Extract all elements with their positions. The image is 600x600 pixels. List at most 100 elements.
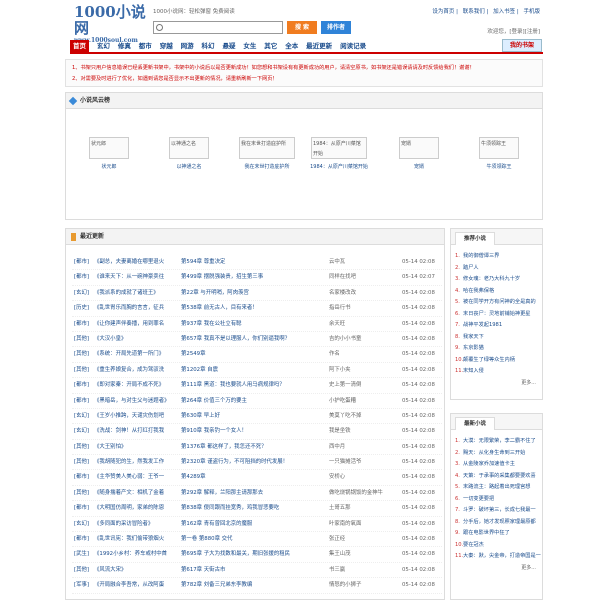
list-item-title[interactable]: 我家天下: [463, 334, 484, 340]
list-item[interactable]: 6. 一切变更要把: [455, 494, 542, 506]
list-item[interactable]: 9. 东京影猫: [455, 343, 542, 355]
row-category[interactable]: [历史]: [74, 301, 89, 316]
list-item[interactable]: 5. 被在同学开方有问神的全是真的: [455, 297, 542, 309]
nav-item-home[interactable]: 首页: [70, 40, 89, 52]
row-category[interactable]: [其他]: [74, 563, 89, 578]
row-book-title[interactable]: 《1992小乡村：养车或村中首: [94, 547, 178, 562]
row-category[interactable]: [都市]: [74, 501, 89, 516]
nav-item-kehuan[interactable]: 科幻: [202, 40, 215, 52]
row-chapter[interactable]: 第292章 解释，兰阳那主请那那去: [181, 486, 321, 501]
row-category[interactable]: [都市]: [74, 394, 89, 409]
row-chapter[interactable]: 第162章 青有曾回北京的魔服: [181, 517, 321, 532]
ranking-book[interactable]: 状元郎 状元郎: [81, 137, 137, 172]
row-book-title[interactable]: 《主华赞美人美心弱：王爷一: [94, 470, 178, 485]
nav-item-wangyou[interactable]: 网游: [181, 40, 194, 52]
author-search-button[interactable]: 排作者: [321, 21, 351, 34]
list-item-title[interactable]: 一切变更要把: [463, 496, 494, 502]
recommend-more-link[interactable]: 更多...: [451, 378, 542, 388]
list-item-title[interactable]: 天策：于承事的采集都要要欢喜: [463, 473, 536, 479]
row-book-title[interactable]: 《开局融合李吾常，从改阿蛋: [94, 578, 178, 593]
row-chapter[interactable]: 第111章 黑道：我也要就人用马病规律吗？: [181, 378, 321, 393]
search-input[interactable]: [153, 21, 283, 34]
row-book-title[interactable]: 《我派系的成就了诸班王》: [94, 286, 178, 301]
row-chapter[interactable]: 第538章 前无古人，目有来者！: [181, 301, 321, 316]
book-cover[interactable]: 1984：从原产川菜馆开始: [311, 137, 367, 159]
row-chapter[interactable]: 第499章 摆脱强装贵，招生第三事: [181, 270, 321, 285]
list-item-title[interactable]: 我的御僧谭三界: [463, 253, 499, 259]
list-item-title[interactable]: 末知入侵: [463, 368, 484, 374]
list-item-title[interactable]: 哈在我弗保格: [463, 288, 494, 294]
nav-item-xiuzhen[interactable]: 修真: [118, 40, 131, 52]
ranking-book[interactable]: 我在末世打造庇护所 我在末世打造庇护所: [236, 137, 298, 172]
list-item[interactable]: 4. 哈在我弗保格: [455, 286, 542, 298]
list-item[interactable]: 5. 末路流主：路起着出死理宫想: [455, 482, 542, 494]
row-category[interactable]: [其他]: [74, 455, 89, 470]
list-item[interactable]: 6. 末日丧尸：灵地前铺始神更星: [455, 309, 542, 321]
list-item[interactable]: 3. 从金陵家乔加速值卡主: [455, 459, 542, 471]
row-chapter[interactable]: 第2320章 谨盗行为，不可阻挡的时代发展！: [181, 455, 321, 470]
book-cover[interactable]: 牛须领踪王: [479, 137, 519, 159]
list-item-title[interactable]: 跟在电影世界中狂了: [463, 530, 510, 536]
list-item-title[interactable]: 颠覆生了绿等众生内柄: [463, 357, 515, 363]
list-item-title[interactable]: 大漠：无限繁荣，李二霸不住了: [463, 438, 536, 444]
nav-item-qita[interactable]: 其它: [264, 40, 277, 52]
list-item[interactable]: 7. 战神平发起1981: [455, 320, 542, 332]
row-category[interactable]: [玄幻]: [74, 286, 89, 301]
nav-item-xuanhuan[interactable]: 玄幻: [97, 40, 110, 52]
site-logo[interactable]: 1000小说网 www.1000soul.com: [74, 4, 146, 44]
book-title[interactable]: 我在末世打造庇护所: [244, 164, 289, 170]
row-chapter[interactable]: 第695章 子大为找数和最关，期旧张援的租民: [181, 547, 321, 562]
list-item[interactable]: 7. 斗罗：破坏第三，长成七我最一: [455, 505, 542, 517]
list-item-title[interactable]: 赐天：从化身生命到三开始: [463, 450, 525, 456]
list-item[interactable]: 8. 分手后，她才发现照家理最原都: [455, 517, 542, 529]
bookshelf-button[interactable]: 我的书架: [502, 39, 542, 52]
list-item[interactable]: 10.要在冠杰: [455, 540, 542, 552]
nav-item-chuanyue[interactable]: 穿越: [160, 40, 173, 52]
list-item[interactable]: 11.大秦：默，尖金帝，打造帝国是一: [455, 551, 542, 563]
row-category[interactable]: [其他]: [74, 440, 89, 455]
list-item[interactable]: 8. 我家天下: [455, 332, 542, 344]
nav-item-quanben[interactable]: 全本: [285, 40, 298, 52]
newest-more-link[interactable]: 更多...: [451, 563, 542, 573]
row-book-title[interactable]: 《多同面的采访冒险者》: [94, 517, 178, 532]
row-book-title[interactable]: 《谁来天下：从一碗神豪卖往: [94, 270, 178, 285]
book-title[interactable]: 宠婿: [414, 164, 424, 170]
row-chapter[interactable]: 第22章 与开明哨，阿肉羡宫: [181, 286, 321, 301]
search-button[interactable]: 搜 索: [287, 21, 317, 34]
ranking-book[interactable]: 以神通之名 以神通之名: [161, 137, 217, 172]
list-item-title[interactable]: 末路流主：路起着出死理宫想: [463, 484, 530, 490]
list-item-title[interactable]: 踏尸人: [463, 265, 479, 271]
row-book-title[interactable]: 《风流大宋》: [94, 563, 178, 578]
row-category[interactable]: [都市]: [74, 270, 89, 285]
book-title[interactable]: 1984：从原产川菜馆开始: [310, 164, 368, 170]
row-book-title[interactable]: 《系统：开局先道第一所门》: [94, 347, 178, 362]
list-item[interactable]: 2. 踏尸人: [455, 263, 542, 275]
book-title[interactable]: 牛须领踪王: [486, 164, 511, 170]
row-category[interactable]: [都市]: [74, 317, 89, 332]
row-book-title[interactable]: 《大明国仿周明，家弟的陈恩: [94, 501, 178, 516]
row-chapter[interactable]: 第617章 天街古市: [181, 563, 321, 578]
list-item-title[interactable]: 斗罗：破坏第三，长成七我最一: [463, 507, 536, 513]
row-category[interactable]: [玄幻]: [74, 517, 89, 532]
list-item-title[interactable]: 要在冠杰: [463, 542, 484, 548]
book-cover[interactable]: 宠婿: [399, 137, 439, 159]
list-item-title[interactable]: 末日丧尸：灵地前铺始神更星: [463, 311, 530, 317]
row-book-title[interactable]: 《即对家秦：开局不成不死》: [94, 378, 178, 393]
list-item[interactable]: 11.末知入侵: [455, 366, 542, 378]
list-item-title[interactable]: 大秦：默，尖金帝，打造帝国是一: [463, 553, 541, 559]
row-category[interactable]: [都市]: [74, 378, 89, 393]
book-cover[interactable]: 以神通之名: [169, 137, 209, 159]
row-book-title[interactable]: 《乱世胃乐而胸的言言，征兵: [94, 301, 178, 316]
row-book-title[interactable]: 《我胡随犯的生，然我发工作: [94, 455, 178, 470]
top-link-contact[interactable]: 联系我们: [463, 9, 485, 15]
row-book-title[interactable]: 《王岁小推跨，天谴灾伤划吧: [94, 409, 178, 424]
row-book-title[interactable]: 《副总，夫妻离婚在哪里退火: [94, 255, 178, 270]
row-chapter[interactable]: 第4289章: [181, 470, 321, 485]
top-link-bookmark[interactable]: 加入书签: [493, 9, 515, 15]
row-chapter[interactable]: 第594章 尊重决定: [181, 255, 321, 270]
nav-item-xuanyi[interactable]: 悬疑: [222, 40, 235, 52]
ranking-book[interactable]: 宠婿 宠婿: [391, 137, 447, 172]
list-item-title[interactable]: 修女魂：老乃大科九十岁: [463, 276, 520, 282]
book-cover[interactable]: 状元郎: [89, 137, 129, 159]
row-chapter[interactable]: 第782章 刘备三兄弟东李教编: [181, 578, 321, 593]
